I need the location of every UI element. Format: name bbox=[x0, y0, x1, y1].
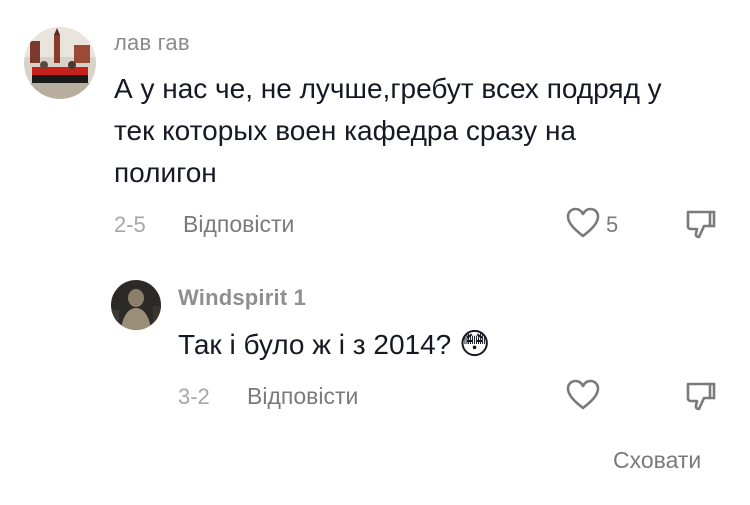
reply-button[interactable]: Відповісти bbox=[247, 383, 358, 410]
comment-date: 3-2 bbox=[178, 384, 210, 409]
comment-author[interactable]: Windspirit 1 bbox=[178, 285, 306, 311]
comment-text-body: Так і було ж і з 2014? bbox=[178, 329, 452, 360]
comment-text: Так і було ж і з 2014? 😳 bbox=[178, 324, 490, 366]
heart-icon[interactable] bbox=[566, 207, 600, 239]
hide-replies-button[interactable]: Сховати bbox=[613, 447, 701, 474]
heart-icon[interactable] bbox=[566, 379, 600, 411]
avatar[interactable] bbox=[111, 280, 161, 330]
flushed-emoji: 😳 bbox=[459, 328, 491, 361]
comment-date: 2-5 bbox=[114, 212, 146, 237]
reply-button[interactable]: Відповісти bbox=[183, 211, 294, 238]
comments-section: лав гав А у нас че, не лучше,гребут всех… bbox=[0, 0, 750, 505]
comment-text-line: полигон bbox=[114, 157, 217, 188]
like-count: 5 bbox=[606, 212, 619, 237]
comment-author[interactable]: лав гав bbox=[114, 30, 190, 56]
comment-text: А у нас че, не лучше,гребут всех подряд … bbox=[114, 68, 662, 194]
thumbs-down-icon[interactable] bbox=[684, 379, 718, 413]
avatar[interactable] bbox=[24, 27, 96, 99]
thumbs-down-icon[interactable] bbox=[684, 207, 718, 241]
comment-text-line: тек которых воен кафедра сразу на bbox=[114, 115, 576, 146]
comment-text-line: А у нас че, не лучше,гребут всех подряд … bbox=[114, 73, 662, 104]
